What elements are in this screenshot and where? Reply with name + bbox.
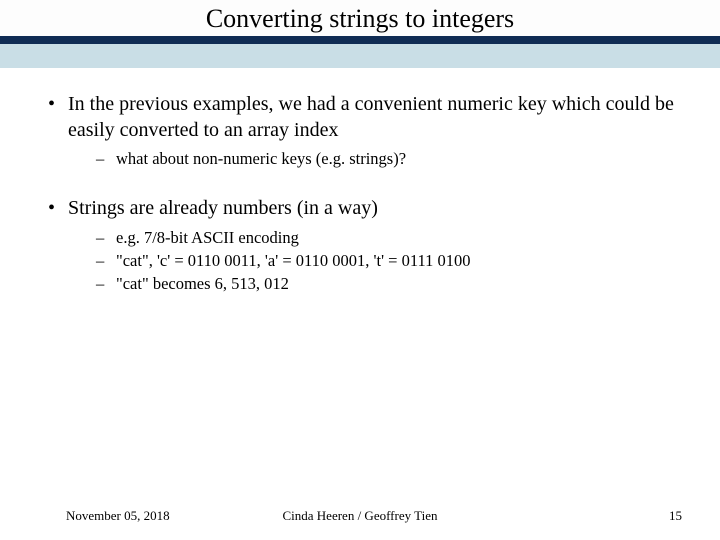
slide: Converting strings to integers In the pr… [0, 0, 720, 540]
slide-title: Converting strings to integers [0, 0, 720, 34]
sub-bullet-list: e.g. 7/8-bit ASCII encoding "cat", 'c' =… [68, 226, 680, 295]
footer-page-number: 15 [669, 508, 682, 524]
sub-bullet-item: what about non-numeric keys (e.g. string… [96, 147, 680, 170]
sub-bullet-text: what about non-numeric keys (e.g. string… [116, 149, 406, 168]
title-divider-light [0, 44, 720, 68]
bullet-item: In the previous examples, we had a conve… [40, 92, 680, 170]
footer-date: November 05, 2018 [66, 508, 170, 524]
slide-footer: November 05, 2018 Cinda Heeren / Geoffre… [0, 508, 720, 524]
bullet-list: Strings are already numbers (in a way) e… [40, 196, 680, 295]
title-band: Converting strings to integers [0, 0, 720, 68]
bullet-text: Strings are already numbers (in a way) [68, 197, 378, 219]
bullet-item: Strings are already numbers (in a way) e… [40, 196, 680, 295]
sub-bullet-item: "cat", 'c' = 0110 0011, 'a' = 0110 0001,… [96, 249, 680, 272]
sub-bullet-text: "cat" becomes 6, 513, 012 [116, 274, 289, 293]
title-top: Converting strings to integers [0, 0, 720, 36]
slide-content: In the previous examples, we had a conve… [0, 68, 720, 295]
spacer [40, 178, 680, 196]
sub-bullet-item: "cat" becomes 6, 513, 012 [96, 272, 680, 295]
footer-authors: Cinda Heeren / Geoffrey Tien [282, 508, 437, 524]
bullet-list: In the previous examples, we had a conve… [40, 92, 680, 170]
sub-bullet-text: e.g. 7/8-bit ASCII encoding [116, 228, 299, 247]
sub-bullet-list: what about non-numeric keys (e.g. string… [68, 147, 680, 170]
sub-bullet-item: e.g. 7/8-bit ASCII encoding [96, 226, 680, 249]
title-divider-dark [0, 36, 720, 44]
sub-bullet-text: "cat", 'c' = 0110 0011, 'a' = 0110 0001,… [116, 251, 471, 270]
bullet-text: In the previous examples, we had a conve… [68, 93, 674, 141]
